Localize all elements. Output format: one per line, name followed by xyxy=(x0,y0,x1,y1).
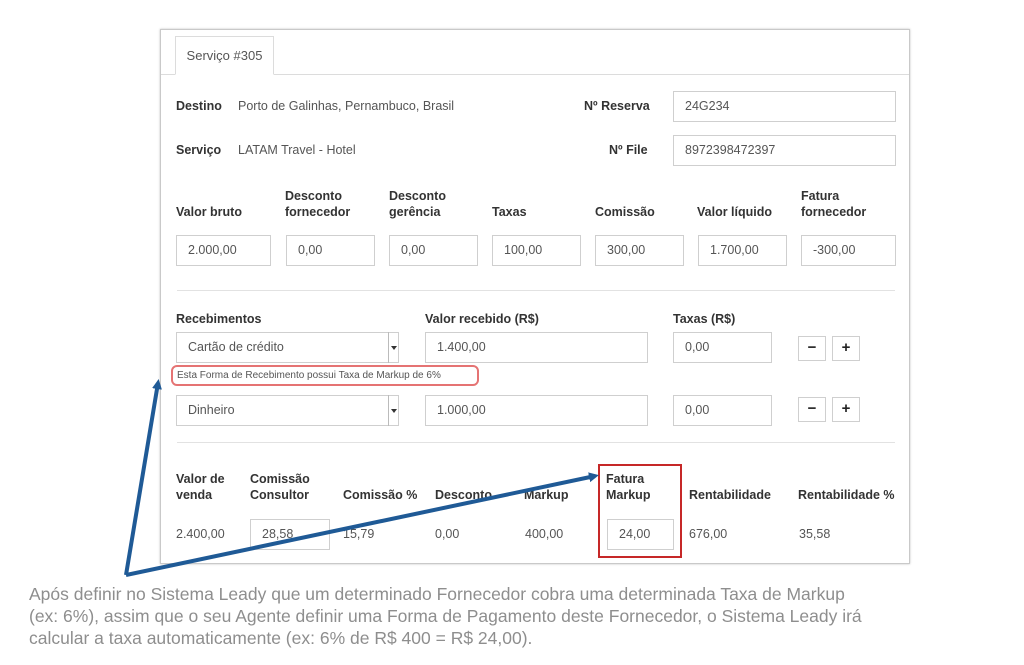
caption-line-1: Após definir no Sistema Leady que um det… xyxy=(29,584,845,604)
caption-line-3: calcular a taxa automaticamente (ex: 6% … xyxy=(29,628,533,648)
arrow-to-note xyxy=(124,379,162,576)
annotation-arrows xyxy=(124,379,599,577)
caption-line-2: (ex: 6%), assim que o seu Agente definir… xyxy=(29,606,862,626)
caption: Após definir no Sistema Leady que um det… xyxy=(29,583,1019,649)
arrow-to-fatura-markup xyxy=(125,472,599,577)
